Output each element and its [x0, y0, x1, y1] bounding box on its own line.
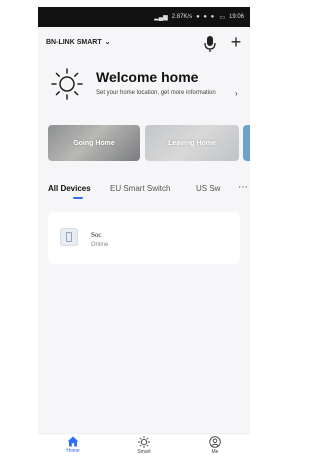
active-tab-indicator	[73, 197, 83, 199]
scene-label: Leaving Home	[168, 139, 216, 147]
nav-label: Smart	[137, 449, 151, 455]
scene-leaving-home[interactable]: Leaving Home	[145, 125, 239, 161]
home-name: BN-LINK SMART	[46, 38, 102, 46]
device-name: Soc	[91, 231, 102, 239]
device-tabs: All Devices EU Smart Switch US Sw ⋯	[48, 180, 250, 200]
nav-smart[interactable]: Smart	[124, 436, 164, 455]
battery-icon: ▭	[219, 14, 225, 21]
bottom-navigation: Home Smart Me	[38, 433, 250, 459]
signal-icon: ▂▄▆	[154, 14, 168, 21]
nav-label: Me	[211, 449, 219, 455]
chevron-right-icon[interactable]: ›	[235, 89, 238, 98]
nav-home[interactable]: Home	[53, 436, 93, 454]
home-switcher[interactable]: BN-LINK SMART ⌄	[46, 38, 111, 47]
phone-screen: ▂▄▆ 2.87K/s ● ● ● ▭ 19:06 BN-LINK SMART …	[38, 7, 250, 459]
device-card[interactable]: Soc Online	[48, 212, 240, 264]
add-device-button[interactable]: +	[227, 33, 245, 51]
tab-eu-smart-switch[interactable]: EU Smart Switch	[110, 184, 170, 193]
tab-all-devices[interactable]: All Devices	[48, 184, 91, 193]
profile-icon	[209, 436, 221, 448]
top-bar: BN-LINK SMART ⌄ +	[38, 33, 250, 55]
scene-going-home[interactable]: Going Home	[48, 125, 140, 161]
scene-label: Going Home	[73, 139, 115, 147]
tab-us-switch[interactable]: US Sw	[196, 184, 220, 193]
nav-label: Home	[66, 448, 80, 454]
smart-plug-icon	[60, 228, 78, 246]
sun-icon	[138, 436, 150, 448]
chevron-down-icon: ⌄	[104, 39, 111, 46]
status-bar: ▂▄▆ 2.87K/s ● ● ● ▭ 19:06	[38, 7, 250, 27]
more-options-icon[interactable]: ⋯	[238, 182, 248, 193]
clock: 19:06	[228, 14, 244, 20]
nav-me[interactable]: Me	[195, 436, 235, 455]
microphone-icon[interactable]	[203, 35, 217, 53]
notification-icons: ● ● ●	[196, 14, 216, 20]
home-icon	[67, 436, 79, 447]
sun-icon	[50, 67, 84, 101]
welcome-title: Welcome home	[96, 69, 199, 85]
network-speed: 2.87K/s	[171, 14, 193, 20]
welcome-card[interactable]: Welcome home Set your home location, get…	[48, 65, 246, 111]
scene-partial[interactable]	[243, 125, 250, 161]
device-status: Online	[91, 242, 109, 248]
scene-carousel: Going Home Leaving Home	[48, 125, 250, 161]
welcome-subtitle: Set your home location, get more informa…	[96, 90, 216, 96]
